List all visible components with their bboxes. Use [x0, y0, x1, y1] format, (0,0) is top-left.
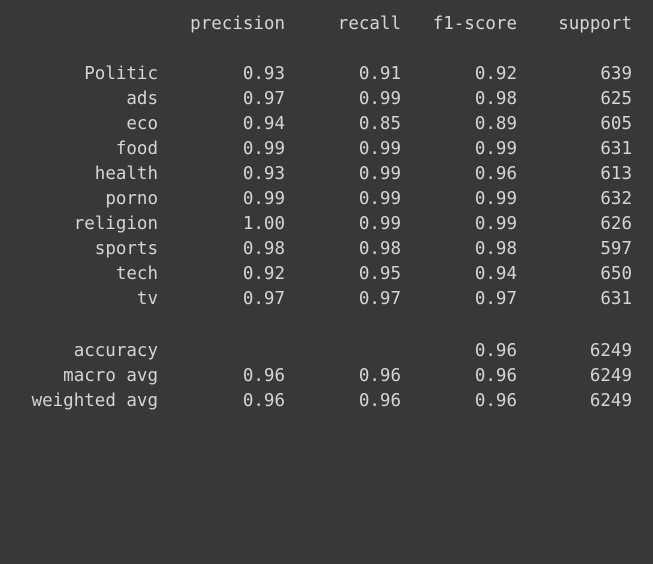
support-value: 631 [600, 289, 632, 309]
class-label: tech [115, 264, 158, 284]
support-value: 631 [600, 139, 632, 159]
precision-value: 0.98 [242, 239, 285, 259]
precision-value: 0.94 [242, 114, 285, 134]
precision-value: 0.99 [242, 189, 285, 209]
f1-score-value: 0.96 [474, 366, 517, 386]
table-row: food 0.99 0.99 0.99 631 [0, 137, 653, 162]
support-value: 6249 [589, 391, 632, 411]
header-support: support [558, 14, 632, 34]
class-label: health [94, 164, 158, 184]
f1-score-value: 0.97 [474, 289, 517, 309]
recall-value: 0.99 [358, 139, 401, 159]
class-label: religion [73, 214, 158, 234]
class-label: food [115, 139, 158, 159]
table-row: sports 0.98 0.98 0.98 597 [0, 237, 653, 262]
f1-score-value: 0.96 [474, 341, 517, 361]
recall-value: 0.97 [358, 289, 401, 309]
f1-score-value: 0.96 [474, 391, 517, 411]
header-row: precision recall f1-score support [0, 12, 653, 37]
support-value: 613 [600, 164, 632, 184]
table-row: Politic 0.93 0.91 0.92 639 [0, 62, 653, 87]
table-row: tech 0.92 0.95 0.94 650 [0, 262, 653, 287]
support-value: 632 [600, 189, 632, 209]
precision-value: 0.97 [242, 89, 285, 109]
recall-value: 0.99 [358, 189, 401, 209]
class-label: porno [105, 189, 158, 209]
precision-value: 0.97 [242, 289, 285, 309]
recall-value: 0.91 [358, 64, 401, 84]
f1-score-value: 0.99 [474, 189, 517, 209]
precision-value: 0.96 [242, 366, 285, 386]
summary-label: accuracy [73, 341, 158, 361]
summary-row-macro-avg: macro avg 0.96 0.96 0.96 6249 [0, 364, 653, 389]
recall-value: 0.98 [358, 239, 401, 259]
table-row: eco 0.94 0.85 0.89 605 [0, 112, 653, 137]
support-value: 605 [600, 114, 632, 134]
summary-label: weighted avg [31, 391, 158, 411]
support-value: 6249 [589, 366, 632, 386]
f1-score-value: 0.99 [474, 139, 517, 159]
precision-value: 0.96 [242, 391, 285, 411]
table-row: tv 0.97 0.97 0.97 631 [0, 287, 653, 312]
precision-value: 0.99 [242, 139, 285, 159]
summary-row-accuracy: accuracy 0.96 6249 [0, 339, 653, 364]
f1-score-value: 0.98 [474, 89, 517, 109]
recall-value: 0.99 [358, 164, 401, 184]
precision-value: 0.92 [242, 264, 285, 284]
table-row: health 0.93 0.99 0.96 613 [0, 162, 653, 187]
precision-value: 1.00 [242, 214, 285, 234]
support-value: 597 [600, 239, 632, 259]
class-label: sports [94, 239, 158, 259]
header-recall: recall [337, 14, 401, 34]
table-row: religion 1.00 0.99 0.99 626 [0, 212, 653, 237]
precision-value: 0.93 [242, 64, 285, 84]
recall-value: 0.95 [358, 264, 401, 284]
table-row: ads 0.97 0.99 0.98 625 [0, 87, 653, 112]
classification-report: precision recall f1-score support Politi… [0, 0, 653, 424]
support-value: 650 [600, 264, 632, 284]
support-value: 639 [600, 64, 632, 84]
support-value: 625 [600, 89, 632, 109]
f1-score-value: 0.96 [474, 164, 517, 184]
class-label: ads [126, 89, 158, 109]
recall-value: 0.96 [358, 391, 401, 411]
recall-value: 0.96 [358, 366, 401, 386]
recall-value: 0.99 [358, 214, 401, 234]
class-label: Politic [84, 64, 158, 84]
f1-score-value: 0.92 [474, 64, 517, 84]
class-label: tv [136, 289, 158, 309]
precision-value: 0.93 [242, 164, 285, 184]
table-row: porno 0.99 0.99 0.99 632 [0, 187, 653, 212]
class-label: eco [126, 114, 158, 134]
recall-value: 0.99 [358, 89, 401, 109]
f1-score-value: 0.98 [474, 239, 517, 259]
f1-score-value: 0.99 [474, 214, 517, 234]
header-f1-score: f1-score [432, 14, 517, 34]
recall-value: 0.85 [358, 114, 401, 134]
support-value: 6249 [589, 341, 632, 361]
summary-row-weighted-avg: weighted avg 0.96 0.96 0.96 6249 [0, 389, 653, 414]
support-value: 626 [600, 214, 632, 234]
header-precision: precision [190, 14, 285, 34]
f1-score-value: 0.94 [474, 264, 517, 284]
summary-label: macro avg [63, 366, 158, 386]
f1-score-value: 0.89 [474, 114, 517, 134]
